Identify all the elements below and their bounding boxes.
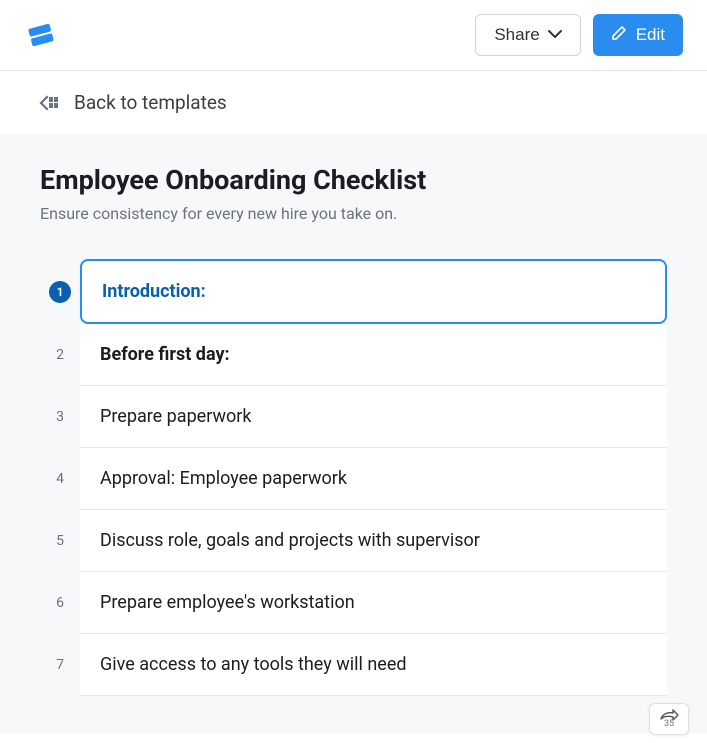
checklist-item[interactable]: Approval: Employee paperwork	[80, 448, 667, 510]
checklist-row: 3Prepare paperwork	[40, 386, 667, 448]
checklist-item[interactable]: Discuss role, goals and projects with su…	[80, 510, 667, 572]
checklist-item[interactable]: Before first day:	[80, 324, 667, 386]
checklist-number: 6	[40, 572, 80, 634]
checklist-number: 1	[40, 259, 80, 324]
page-title: Employee Onboarding Checklist	[40, 164, 667, 196]
checklist-number: 3	[40, 386, 80, 448]
checklist-row: 4Approval: Employee paperwork	[40, 448, 667, 510]
app-logo-icon	[24, 18, 58, 52]
checklist-row: 7Give access to any tools they will need	[40, 634, 667, 696]
forward-button[interactable]: 35	[649, 703, 689, 735]
share-button[interactable]: Share	[475, 14, 580, 56]
chevron-down-icon	[548, 28, 562, 42]
checklist-item[interactable]: Prepare employee's workstation	[80, 572, 667, 634]
edit-label: Edit	[636, 25, 665, 45]
checklist-number: 5	[40, 510, 80, 572]
checklist-row: 5Discuss role, goals and projects with s…	[40, 510, 667, 572]
pencil-icon	[611, 24, 628, 46]
checklist-row: 1 Introduction:	[40, 259, 667, 324]
checklist-row: 2Before first day:	[40, 324, 667, 386]
back-arrow-icon	[38, 94, 60, 112]
page-subtitle: Ensure consistency for every new hire yo…	[40, 204, 667, 223]
back-to-templates-link[interactable]: Back to templates	[0, 71, 707, 134]
back-label: Back to templates	[74, 91, 227, 114]
edit-button[interactable]: Edit	[593, 14, 683, 56]
checklist-item[interactable]: Introduction:	[80, 259, 667, 324]
checklist-number: 4	[40, 448, 80, 510]
checklist: 1Introduction:2Before first day:3Prepare…	[40, 259, 667, 696]
app-header: Share Edit	[0, 0, 707, 71]
forward-count: 35	[664, 719, 674, 729]
checklist-number-badge: 1	[49, 281, 71, 303]
content-area: Employee Onboarding Checklist Ensure con…	[0, 134, 707, 733]
checklist-row: 6Prepare employee's workstation	[40, 572, 667, 634]
checklist-number: 2	[40, 324, 80, 386]
share-label: Share	[494, 25, 539, 45]
checklist-number: 7	[40, 634, 80, 696]
checklist-item[interactable]: Give access to any tools they will need	[80, 634, 667, 696]
header-actions: Share Edit	[475, 14, 683, 56]
checklist-item[interactable]: Prepare paperwork	[80, 386, 667, 448]
